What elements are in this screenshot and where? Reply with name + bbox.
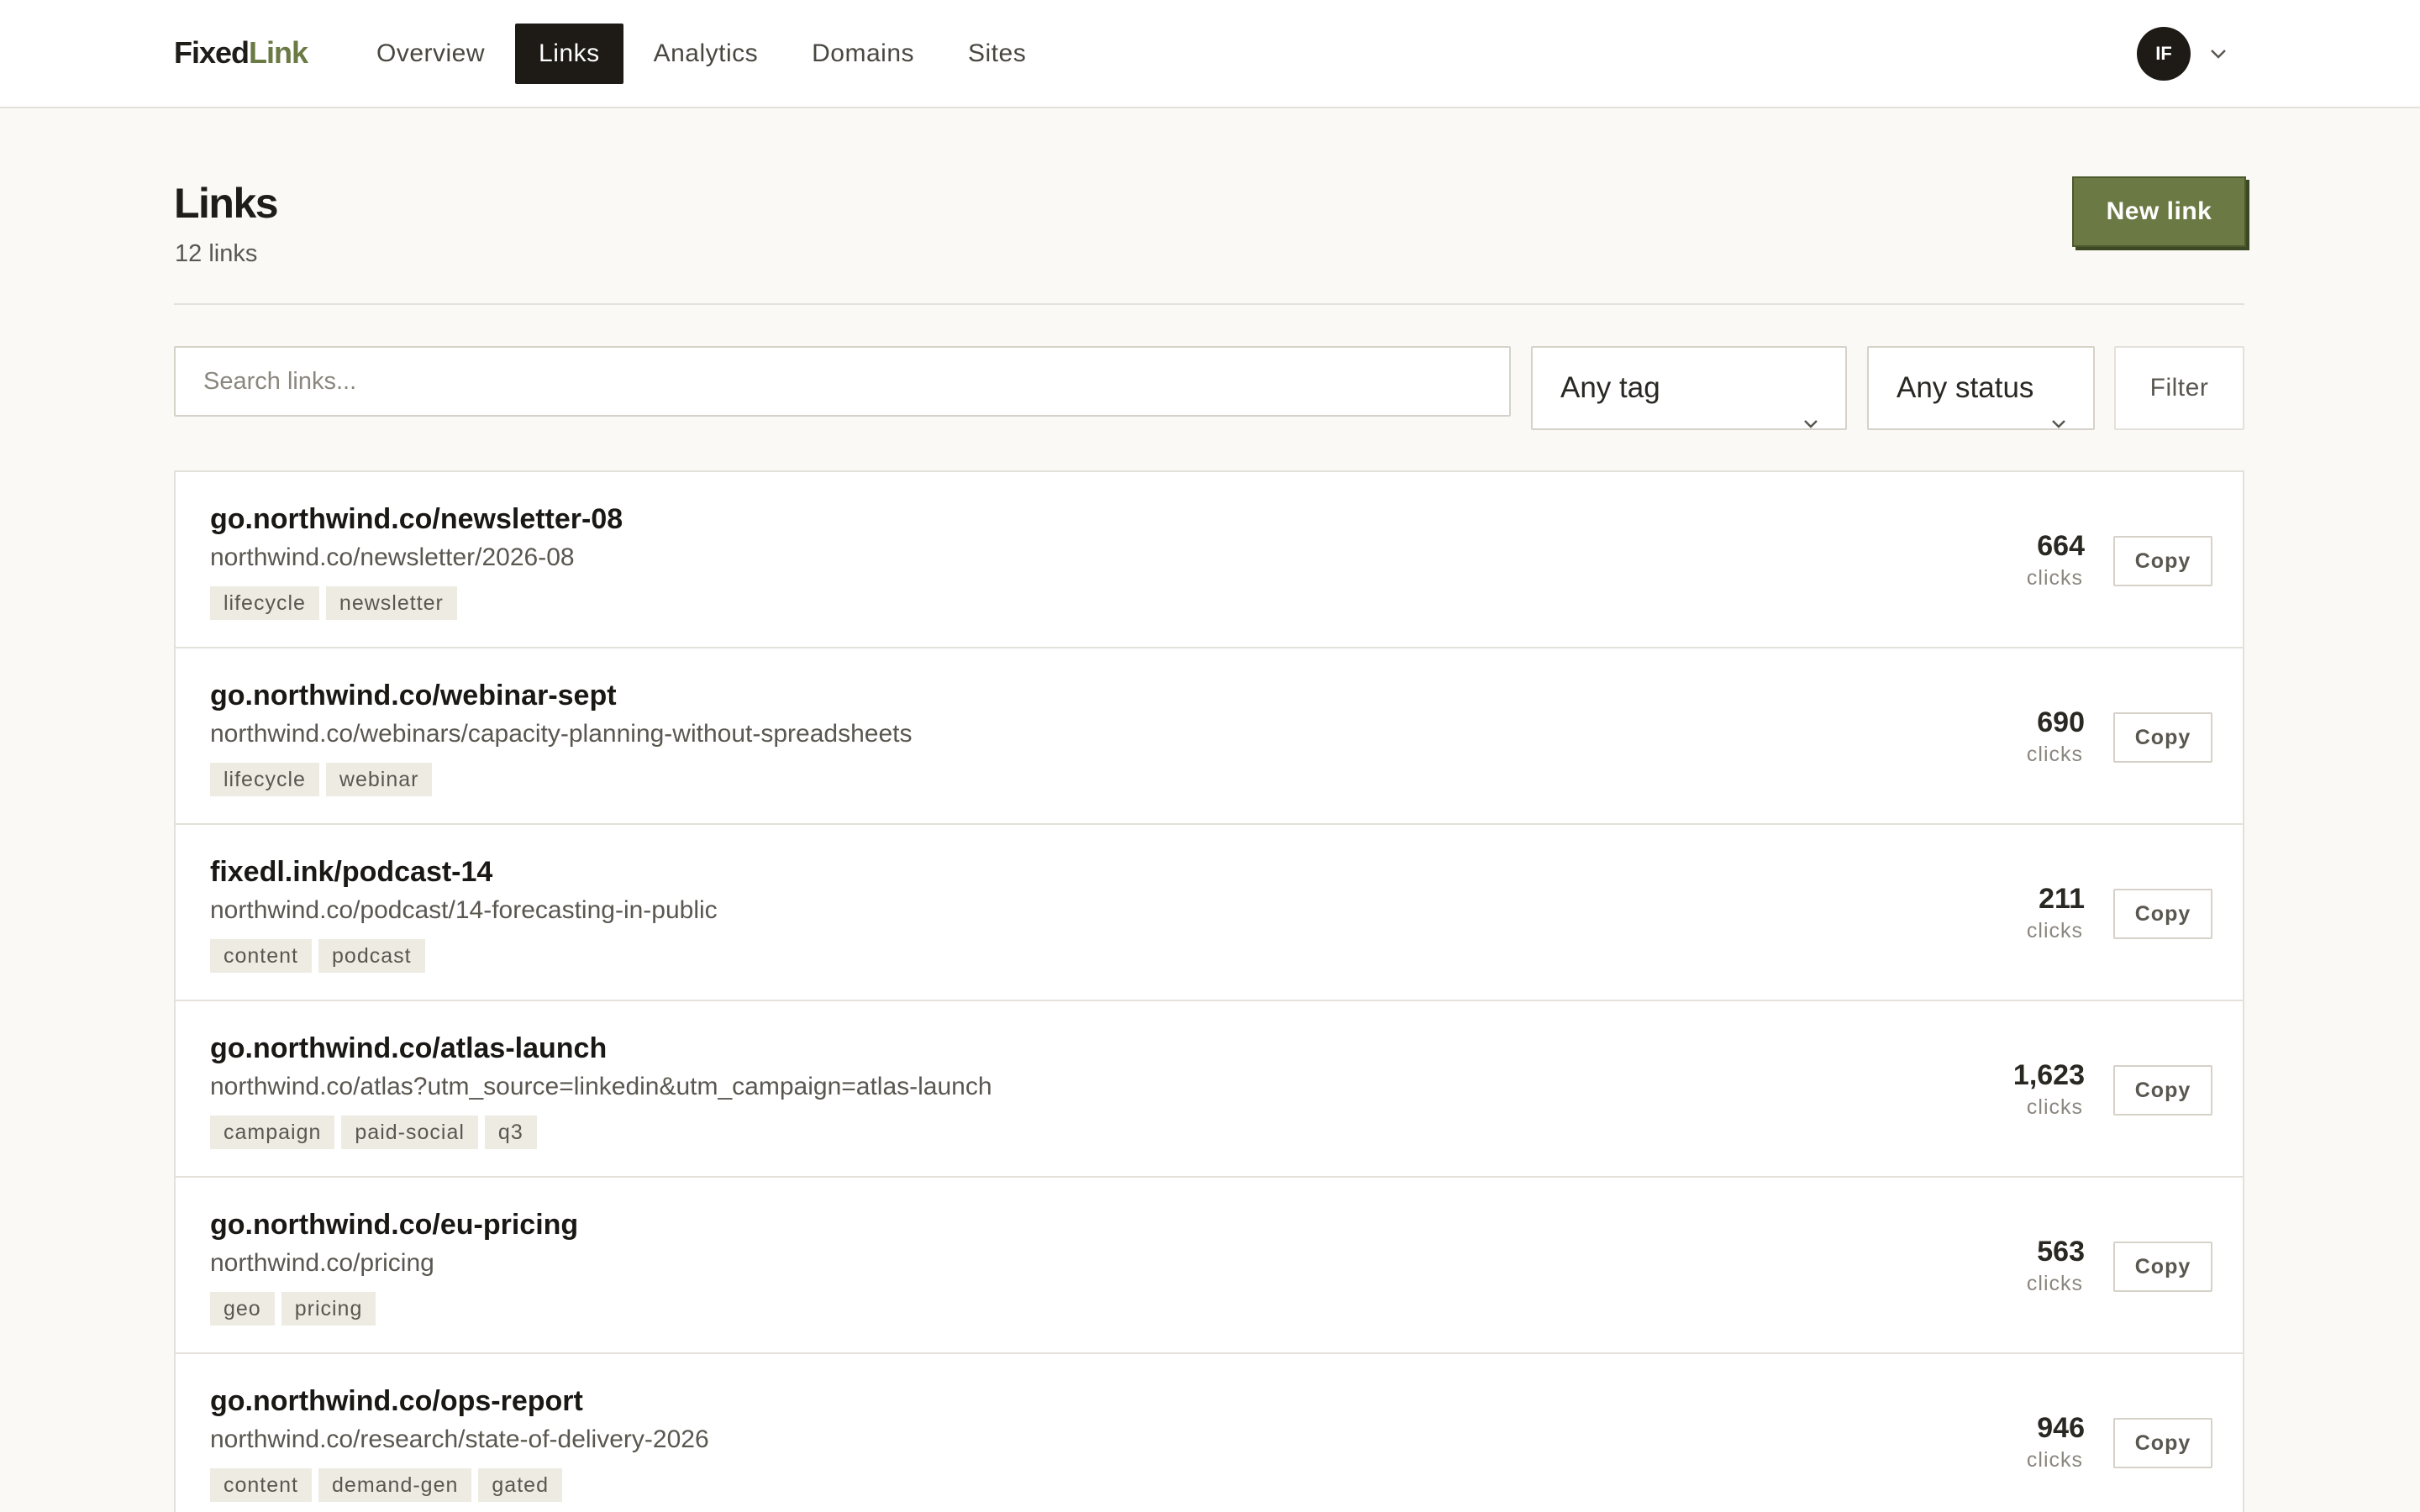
link-list: go.northwind.co/newsletter-08 northwind.c… [174,470,2244,1512]
nav-tab-analytics[interactable]: Analytics [630,24,782,84]
click-count: 1,623 [2012,1059,2085,1091]
tag-list: content podcast [210,939,432,973]
copy-button[interactable]: Copy [2113,712,2212,763]
tag-chip[interactable]: lifecycle [210,586,319,620]
click-count: 563 [2037,1236,2085,1268]
tag-chip[interactable]: demand-gen [318,1468,472,1502]
copy-button[interactable]: Copy [2113,1065,2212,1116]
top-bar: FixedLink Overview Links Analytics Domains S… [0,0,2420,108]
click-count: 690 [2037,706,2085,738]
tag-chip[interactable]: gated [478,1468,562,1502]
tag-select[interactable]: Any tag [1531,346,1847,430]
click-count-label: clicks [2026,1448,2083,1472]
short-link[interactable]: go.northwind.co/newsletter-08 [210,501,623,538]
tag-select-value: Any tag [1560,371,1660,404]
destination-url: northwind.co/pricing [210,1249,434,1277]
logo-text-link: Link [249,35,308,70]
status-select-value: Any status [1897,371,2034,404]
main-nav: Overview Links Analytics Domains Sites [353,24,1056,84]
tag-chip[interactable]: q3 [484,1116,537,1149]
page-title: Links [174,180,279,227]
copy-button[interactable]: Copy [2113,889,2212,939]
click-count: 211 [2039,883,2085,915]
click-count-label: clicks [2026,566,2083,590]
chevron-down-icon[interactable] [2208,42,2228,66]
click-count-label: clicks [2026,1095,2083,1119]
short-link[interactable]: go.northwind.co/ops-report [210,1383,583,1420]
tag-chip[interactable]: content [210,939,313,973]
tag-list: content demand-gen gated [210,1468,569,1502]
link-row[interactable]: go.northwind.co/atlas-launch northwind.co… [176,1001,2243,1178]
chevron-down-icon [2049,381,2068,428]
tag-list: lifecycle newsletter [210,586,464,620]
tag-chip[interactable]: content [210,1468,313,1502]
short-link[interactable]: go.northwind.co/atlas-launch [210,1030,607,1067]
nav-tab-domains[interactable]: Domains [788,24,938,84]
tag-list: lifecycle webinar [210,763,439,796]
tag-chip[interactable]: campaign [210,1116,335,1149]
short-link[interactable]: go.northwind.co/webinar-sept [210,677,617,714]
nav-tab-sites[interactable]: Sites [944,24,1050,84]
link-row[interactable]: go.northwind.co/ops-report northwind.co/r… [176,1354,2243,1512]
click-count: 664 [2037,530,2085,562]
header-divider [174,303,2244,305]
tag-chip[interactable]: pricing [281,1292,376,1326]
short-link[interactable]: go.northwind.co/eu-pricing [210,1206,578,1243]
tag-chip[interactable]: newsletter [325,586,457,620]
link-count: 12 links [175,240,258,267]
copy-button[interactable]: Copy [2113,1242,2212,1292]
logo-text-fixed: Fixed [174,35,250,70]
tag-chip[interactable]: podcast [318,939,425,973]
tag-chip[interactable]: lifecycle [210,763,319,796]
copy-button[interactable]: Copy [2113,536,2212,586]
short-link[interactable]: fixedl.ink/podcast-14 [210,853,492,890]
destination-url: northwind.co/podcast/14-forecasting-in-p… [210,896,718,924]
destination-url: northwind.co/atlas?utm_source=linkedin&u… [210,1073,992,1100]
chevron-down-icon [1802,381,1820,428]
tag-list: geo pricing [210,1292,382,1326]
link-row[interactable]: fixedl.ink/podcast-14 northwind.co/podcas… [176,825,2243,1001]
copy-button[interactable]: Copy [2113,1418,2212,1468]
status-select[interactable]: Any status [1867,346,2095,430]
destination-url: northwind.co/webinars/capacity-planning-… [210,720,913,748]
click-count-label: clicks [2026,743,2083,766]
click-count: 946 [2037,1412,2085,1444]
link-row[interactable]: go.northwind.co/newsletter-08 northwind.c… [176,472,2243,648]
click-count-label: clicks [2026,1272,2083,1295]
avatar[interactable]: IF [2137,27,2191,81]
destination-url: northwind.co/research/state-of-delivery-… [210,1425,709,1453]
search-input[interactable] [174,346,1511,417]
tag-chip[interactable]: paid-social [341,1116,478,1149]
logo[interactable]: FixedLink [174,34,308,72]
link-row[interactable]: go.northwind.co/eu-pricing northwind.co/p… [176,1178,2243,1354]
destination-url: northwind.co/newsletter/2026-08 [210,543,575,571]
new-link-button[interactable]: New link [2072,176,2246,247]
link-row[interactable]: go.northwind.co/webinar-sept northwind.co… [176,648,2243,825]
nav-tab-overview[interactable]: Overview [353,24,508,84]
click-count-label: clicks [2026,919,2083,942]
tag-chip[interactable]: webinar [325,763,433,796]
tag-chip[interactable]: geo [210,1292,275,1326]
tag-list: campaign paid-social q3 [210,1116,544,1149]
filter-button[interactable]: Filter [2114,346,2244,430]
nav-tab-links[interactable]: Links [515,24,623,84]
